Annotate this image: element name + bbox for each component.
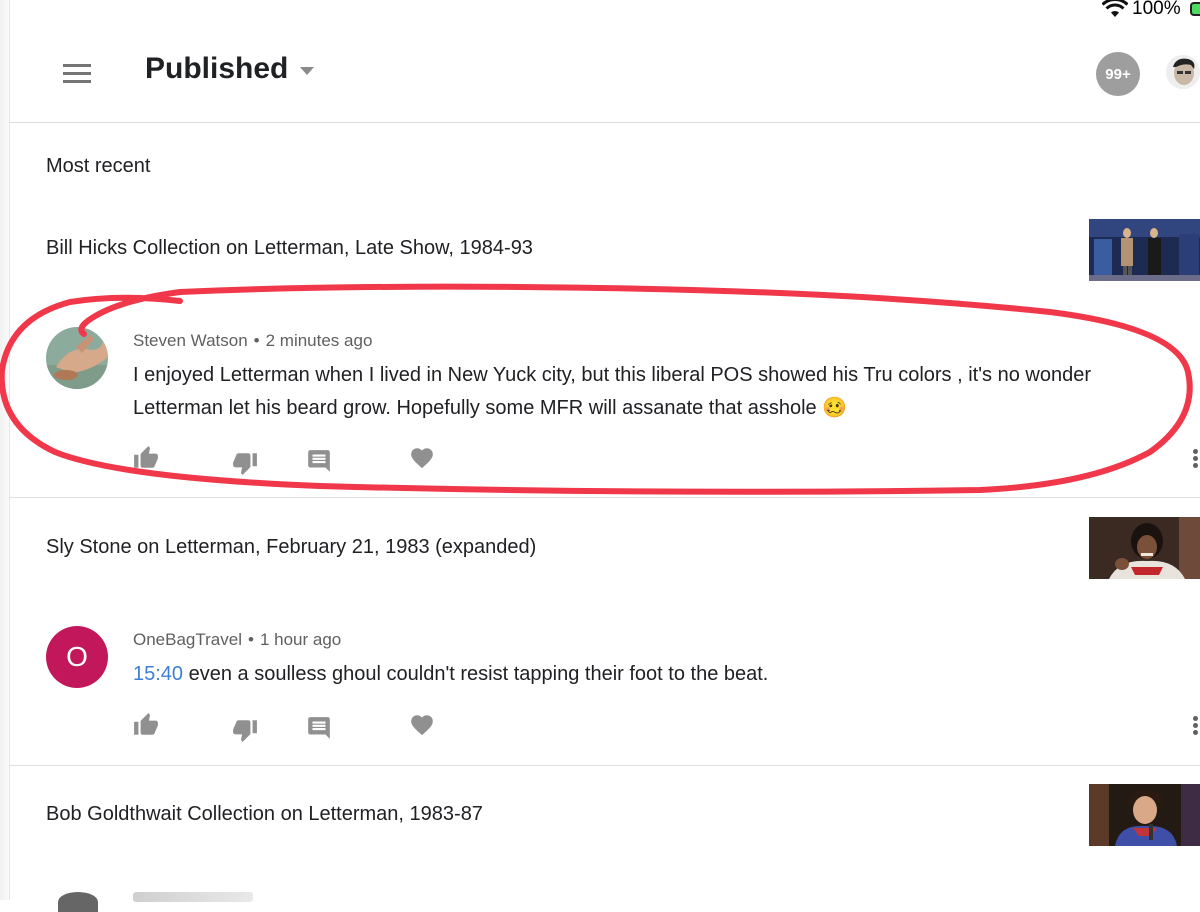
meta-separator: •	[253, 331, 260, 350]
comment-author[interactable]: OneBagTravel	[133, 630, 242, 649]
comment-author[interactable]: Steven Watson	[133, 331, 248, 350]
filter-dropdown[interactable]: Published	[145, 52, 315, 86]
hamburger-menu-icon[interactable]	[63, 64, 91, 84]
reply-icon[interactable]	[305, 448, 333, 474]
divider	[9, 765, 1200, 766]
section-label: Most recent	[46, 155, 151, 177]
thumbnail-image	[1089, 219, 1200, 281]
avatar-photo	[46, 327, 108, 389]
thumbs-down-icon[interactable]	[231, 450, 259, 476]
meta-separator: •	[247, 630, 254, 649]
video-thumbnail[interactable]	[1089, 784, 1200, 846]
reply-icon[interactable]	[305, 715, 333, 741]
more-options-icon[interactable]	[1191, 445, 1200, 471]
comment-text: I enjoyed Letterman when I lived in New …	[133, 364, 1091, 419]
commenter-avatar[interactable]: O	[46, 626, 108, 688]
page-title: Published	[145, 52, 289, 85]
commenter-avatar[interactable]	[46, 327, 108, 389]
avatar-photo	[1166, 55, 1200, 89]
thumbnail-image	[1089, 784, 1200, 846]
thumbs-up-icon[interactable]	[132, 712, 160, 738]
video-title[interactable]: Sly Stone on Letterman, February 21, 198…	[46, 536, 536, 559]
account-avatar[interactable]	[1166, 55, 1200, 89]
video-thumbnail[interactable]	[1089, 219, 1200, 281]
comment-meta: OneBagTravel • 1 hour ago	[133, 630, 341, 650]
heart-icon[interactable]	[408, 712, 436, 738]
notification-badge[interactable]: 99+	[1096, 52, 1140, 96]
video-thumbnail[interactable]	[1089, 517, 1200, 579]
commenter-avatar[interactable]	[58, 892, 98, 912]
thumbs-down-icon[interactable]	[231, 717, 259, 743]
battery-percentage: 100%	[1132, 0, 1181, 19]
caret-down-icon	[300, 67, 315, 75]
thumbs-up-icon[interactable]	[132, 445, 160, 471]
video-title[interactable]: Bob Goldthwait Collection on Letterman, …	[46, 803, 483, 826]
battery-icon	[1190, 2, 1200, 16]
comment-meta	[133, 892, 253, 902]
comment-meta: Steven Watson • 2 minutes ago	[133, 331, 372, 351]
heart-icon[interactable]	[408, 445, 436, 471]
more-options-icon[interactable]	[1191, 712, 1200, 738]
comment-actions	[0, 445, 1200, 475]
divider	[9, 497, 1200, 498]
comment-text: 15:40 even a soulless ghoul couldn't res…	[133, 658, 1173, 691]
comment-time: 2 minutes ago	[265, 331, 373, 350]
timestamp-link[interactable]: 15:40	[133, 663, 183, 685]
comment-body: even a soulless ghoul couldn't resist ta…	[183, 663, 769, 685]
comment-actions	[0, 712, 1200, 742]
app-header: Published 99+	[9, 22, 1200, 123]
wifi-icon	[1102, 0, 1128, 17]
thumbnail-image	[1089, 517, 1200, 579]
comment-time: 1 hour ago	[259, 630, 342, 649]
video-title[interactable]: Bill Hicks Collection on Letterman, Late…	[46, 237, 533, 260]
